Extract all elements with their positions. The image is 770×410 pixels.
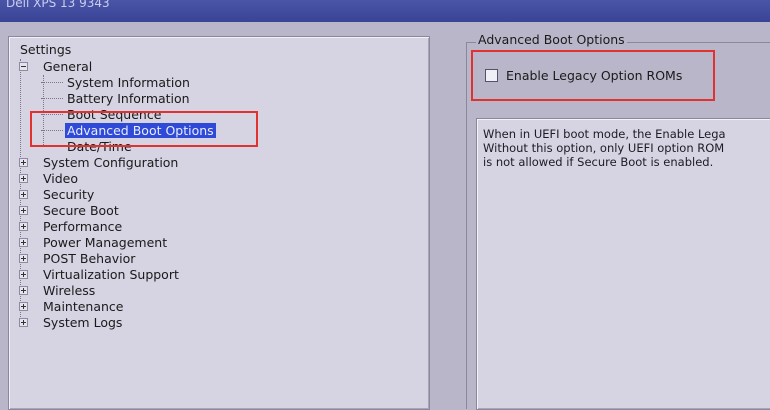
expand-icon[interactable]	[19, 190, 28, 199]
tree-item-video[interactable]: Video	[19, 171, 78, 186]
expand-icon[interactable]	[19, 270, 28, 279]
options-group-title: Advanced Boot Options	[476, 32, 627, 47]
highlight-box-legacy-option	[471, 50, 715, 101]
description-line: When in UEFI boot mode, the Enable Lega	[483, 127, 726, 141]
tree-item-wireless[interactable]: Wireless	[19, 283, 95, 298]
tree-root-settings: Settings	[20, 42, 72, 57]
tree-item-post-behavior[interactable]: POST Behavior	[19, 251, 135, 266]
tree-item-virtualization-support[interactable]: Virtualization Support	[19, 267, 179, 282]
description-line: Without this option, only UEFI option RO…	[483, 141, 725, 155]
highlight-box-tree-selection	[30, 111, 258, 147]
description-line: is not allowed if Secure Boot is enabled…	[483, 155, 714, 169]
tree-item-power-management[interactable]: Power Management	[19, 235, 167, 250]
tree-item-performance[interactable]: Performance	[19, 219, 122, 234]
tree-item-battery-information[interactable]: Battery Information	[41, 91, 190, 106]
expand-icon[interactable]	[19, 174, 28, 183]
tree-item-security[interactable]: Security	[19, 187, 94, 202]
tree-item-secure-boot[interactable]: Secure Boot	[19, 203, 119, 218]
tree-item-system-information[interactable]: System Information	[41, 75, 190, 90]
expand-icon[interactable]	[19, 318, 28, 327]
expand-icon[interactable]	[19, 254, 28, 263]
tree-item-maintenance[interactable]: Maintenance	[19, 299, 124, 314]
expand-icon[interactable]	[19, 222, 28, 231]
expand-icon[interactable]	[19, 158, 28, 167]
expand-icon[interactable]	[19, 238, 28, 247]
window-title: Dell XPS 13 9343	[6, 0, 110, 10]
collapse-icon[interactable]	[19, 62, 28, 71]
expand-icon[interactable]	[19, 302, 28, 311]
tree-item-system-configuration[interactable]: System Configuration	[19, 155, 178, 170]
settings-tree: Settings General System Information Batt…	[8, 36, 430, 410]
window-title-bar: Dell XPS 13 9343	[0, 0, 770, 22]
description-panel: When in UEFI boot mode, the Enable Lega …	[476, 118, 770, 410]
expand-icon[interactable]	[19, 206, 28, 215]
tree-item-system-logs[interactable]: System Logs	[19, 315, 122, 330]
tree-item-general[interactable]: General	[19, 59, 92, 74]
expand-icon[interactable]	[19, 286, 28, 295]
